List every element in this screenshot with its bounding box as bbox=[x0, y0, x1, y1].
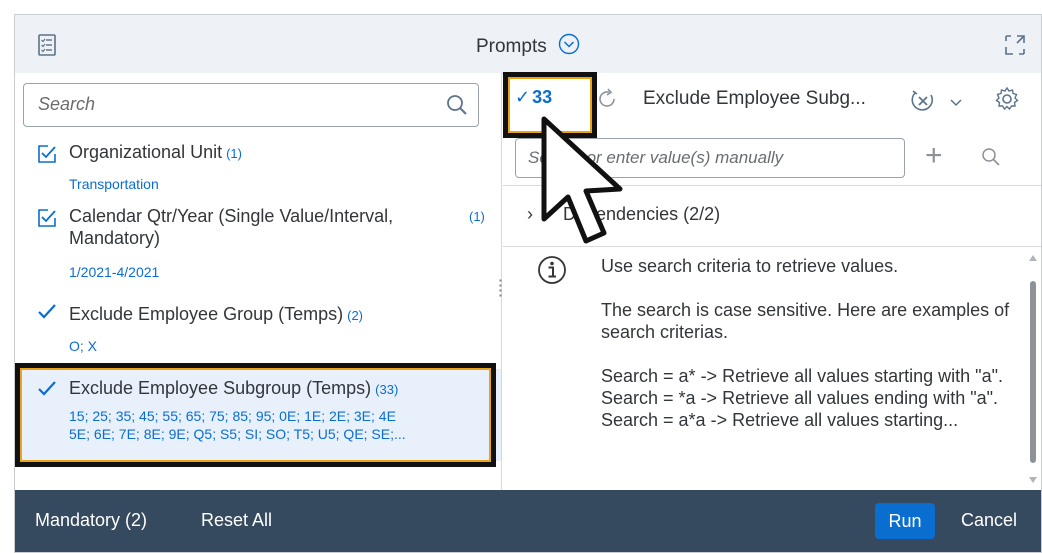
scrollbar-thumb[interactable] bbox=[1030, 281, 1036, 463]
checkmark-icon bbox=[37, 302, 57, 327]
chevron-down-circle-icon[interactable] bbox=[558, 33, 580, 61]
refresh-icon[interactable] bbox=[595, 87, 619, 116]
info-message: Use search criteria to retrieve values. … bbox=[503, 247, 1041, 491]
exclude-icon[interactable] bbox=[909, 87, 937, 120]
prompt-item-value: Transportation bbox=[69, 176, 159, 192]
info-icon bbox=[537, 255, 567, 290]
prompt-search-box bbox=[23, 83, 479, 127]
dialog-title-area: Prompts bbox=[15, 33, 1041, 61]
run-button[interactable]: Run bbox=[875, 503, 935, 539]
add-icon[interactable]: + bbox=[925, 141, 943, 171]
prompts-dialog: Prompts Search Organizational Unit (1) T… bbox=[14, 14, 1042, 553]
scroll-up-icon[interactable] bbox=[1028, 249, 1038, 267]
prompt-item-label: Calendar Qtr/Year (Single Value/Interval… bbox=[69, 206, 394, 248]
mouse-cursor-icon bbox=[541, 116, 623, 244]
reset-all-button[interactable]: Reset All bbox=[201, 510, 272, 531]
prompt-item-organizational-unit[interactable]: Organizational Unit (1) Transportation bbox=[15, 141, 501, 203]
checkbox-checked-icon bbox=[37, 144, 57, 169]
cancel-button[interactable]: Cancel bbox=[961, 510, 1017, 531]
prompt-search-input[interactable] bbox=[36, 93, 420, 116]
prompt-item-label: Organizational Unit (1) bbox=[69, 142, 242, 162]
search-icon[interactable] bbox=[981, 147, 1001, 172]
expand-icon[interactable] bbox=[1003, 33, 1027, 62]
info-text: Use search criteria to retrieve values. … bbox=[601, 256, 1010, 430]
dialog-footer: Mandatory (2) Reset All Run Cancel bbox=[15, 490, 1041, 552]
prompt-item-exclude-employee-group[interactable]: Exclude Employee Group (Temps) (2) O; X bbox=[15, 299, 501, 361]
highlight-frame-inner bbox=[20, 368, 491, 462]
gear-icon[interactable] bbox=[993, 85, 1021, 118]
prompt-list-panel: Organizational Unit(1) Transportation Ca… bbox=[15, 73, 501, 491]
prompt-item-value: O; X bbox=[69, 338, 98, 354]
prompt-item-count: (1) bbox=[469, 209, 485, 224]
dialog-header: Prompts bbox=[15, 15, 1041, 74]
prompt-item-calendar-qtr-year[interactable]: Calendar Qtr/Year (Single Value/Interval… bbox=[15, 205, 501, 297]
vertical-scrollbar[interactable] bbox=[1027, 249, 1039, 489]
scroll-down-icon[interactable] bbox=[1028, 471, 1038, 489]
dialog-title: Prompts bbox=[475, 36, 547, 58]
mandatory-button[interactable]: Mandatory (2) bbox=[35, 510, 147, 531]
search-icon[interactable] bbox=[446, 94, 468, 121]
chevron-down-icon[interactable] bbox=[949, 95, 963, 113]
resize-grip-icon[interactable] bbox=[499, 278, 502, 298]
detail-title: Exclude Employee Subg... bbox=[643, 88, 866, 109]
checkbox-checked-icon bbox=[37, 208, 57, 233]
prompt-item-value: 1/2021-4/2021 bbox=[69, 264, 160, 280]
chevron-right-icon: › bbox=[527, 204, 533, 224]
prompt-item-label: Exclude Employee Group (Temps) (2) bbox=[69, 304, 364, 324]
